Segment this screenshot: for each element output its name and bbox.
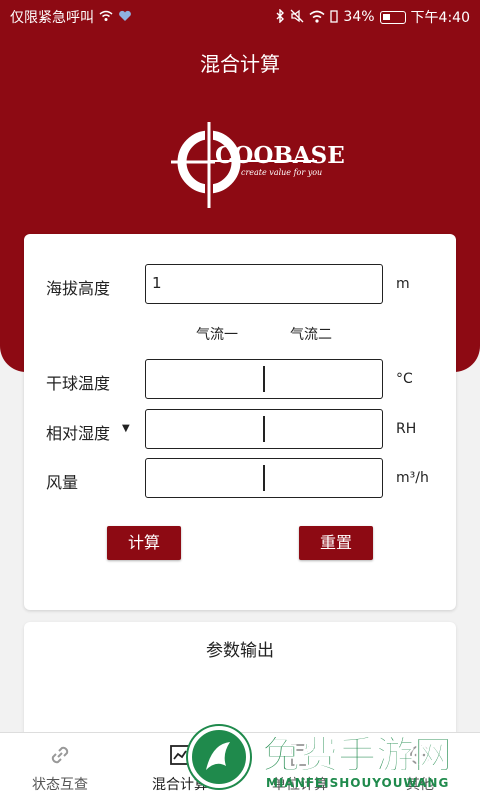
tab-status-check[interactable]: 状态互查 xyxy=(0,733,120,800)
airflow-unit: m³/h xyxy=(396,470,429,486)
clock: 下午4:40 xyxy=(410,10,470,26)
humidity-unit: RH xyxy=(396,421,417,437)
altitude-input[interactable]: 1 xyxy=(145,264,383,304)
watermark-title: 免费手游网 xyxy=(261,733,453,778)
airflow-input[interactable] xyxy=(145,458,383,498)
altitude-label: 海拔高度 xyxy=(46,279,111,298)
humidity-label[interactable]: 相对湿度 xyxy=(46,420,110,444)
calculate-button[interactable]: 计算 xyxy=(107,526,181,560)
logo-tagline: create value for you xyxy=(241,168,323,177)
bluetooth-icon xyxy=(275,8,285,25)
input-card: 海拔高度 1 m 气流一 气流二 干球温度 °C 相对湿度 ▼ RH 风量 m³… xyxy=(24,234,456,610)
dry-bulb-unit: °C xyxy=(396,371,413,387)
logo-wordmark: COOBASE xyxy=(215,142,345,169)
heart-icon xyxy=(118,10,132,24)
carrier-text: 仅限紧急呼叫 xyxy=(10,10,94,26)
company-logo: COOBASE create value for you xyxy=(165,120,345,215)
battery-icon xyxy=(379,10,406,24)
flow1-header: 气流一 xyxy=(196,327,238,343)
reset-button[interactable]: 重置 xyxy=(299,526,373,560)
tab-label: 状态互查 xyxy=(32,777,88,793)
page-title: 混合计算 xyxy=(200,52,280,76)
watermark-logo-icon xyxy=(188,726,250,788)
dry-bulb-input[interactable] xyxy=(145,359,383,399)
watermark-subtitle: MIANFEISHOUYOUWANG xyxy=(266,776,450,790)
altitude-unit: m xyxy=(396,276,410,292)
link-icon xyxy=(45,740,75,770)
humidity-input[interactable] xyxy=(145,409,383,449)
battery-percent: 34% xyxy=(343,9,375,25)
flow2-header: 气流二 xyxy=(290,327,332,343)
status-bar: 仅限紧急呼叫 34% 下午4:40 xyxy=(0,0,480,34)
wifi-icon xyxy=(99,10,113,24)
airflow-label: 风量 xyxy=(46,473,79,492)
wifi-signal-icon xyxy=(309,10,325,25)
watermark: 免费手游网 MIANFEISHOUYOUWANG xyxy=(180,712,480,800)
signal-icon xyxy=(330,9,339,25)
humidity-dropdown-icon[interactable]: ▼ xyxy=(122,423,130,434)
output-title: 参数输出 xyxy=(206,641,274,661)
mute-icon xyxy=(290,9,304,25)
dry-bulb-label: 干球温度 xyxy=(46,374,111,393)
